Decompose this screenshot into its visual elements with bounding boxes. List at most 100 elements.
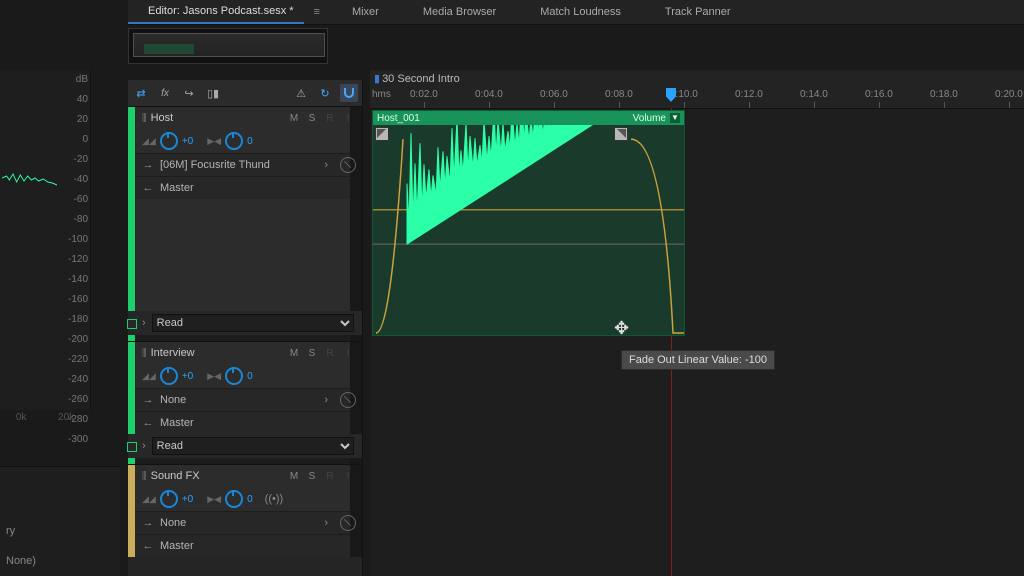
- track-name[interactable]: Host: [151, 112, 282, 124]
- clip-volume-label[interactable]: Volume: [633, 113, 668, 124]
- clip-menu-icon[interactable]: ▼: [670, 113, 680, 123]
- tab-track-panner[interactable]: Track Panner: [643, 0, 753, 24]
- partial-text-2: None): [6, 555, 114, 567]
- db-scale-label: -220: [54, 350, 88, 370]
- record-button[interactable]: R: [324, 113, 336, 124]
- tab-media-browser[interactable]: Media Browser: [401, 0, 518, 24]
- db-scale-label: 0: [54, 130, 88, 150]
- output-arrow-icon: ←: [142, 417, 154, 429]
- db-scale-label: -240: [54, 370, 88, 390]
- drag-handle-icon[interactable]: ⫼: [142, 348, 145, 359]
- track-header[interactable]: ⫼ Sound FX M S R I: [128, 465, 362, 487]
- chevron-right-icon[interactable]: ›: [142, 440, 146, 452]
- solo-button[interactable]: S: [306, 471, 318, 482]
- db-scale-label: -40: [54, 170, 88, 190]
- fx-button[interactable]: fx: [156, 84, 174, 102]
- clip-title-bar[interactable]: Host_001 Volume ▼: [373, 111, 684, 125]
- track-sound-fx: ⫼ Sound FX M S R I ◢◢ +0 ▶◀ 0 ((•)) → No…: [128, 464, 362, 557]
- freq-label-high: 20k: [58, 412, 74, 423]
- db-scale-label: 20: [54, 110, 88, 130]
- solo-button[interactable]: S: [306, 113, 318, 124]
- editor-tab[interactable]: Editor: Jasons Podcast.sesx *: [128, 0, 304, 24]
- volume-value[interactable]: +0: [182, 136, 193, 147]
- clip-waveform[interactable]: [373, 125, 684, 335]
- tab-match-loudness[interactable]: Match Loudness: [518, 0, 643, 24]
- output-row[interactable]: ← Master ›: [128, 176, 362, 199]
- automation-row: › Read: [128, 311, 362, 335]
- drag-handle-icon[interactable]: ⫼: [142, 113, 145, 124]
- solo-button[interactable]: S: [306, 348, 318, 359]
- volume-knob[interactable]: [160, 132, 178, 150]
- automation-marker[interactable]: [127, 442, 137, 452]
- volume-value[interactable]: +0: [182, 371, 193, 382]
- input-row[interactable]: → None ›: [128, 511, 362, 534]
- track-name[interactable]: Interview: [151, 347, 282, 359]
- frequency-analysis-panel: dB40200-20-40-60-80-100-120-140-160-180-…: [0, 70, 91, 410]
- db-scale-label: 40: [54, 90, 88, 110]
- partial-text-1: ry: [6, 525, 114, 537]
- mute-button[interactable]: M: [288, 348, 300, 359]
- input-null-icon[interactable]: [340, 157, 356, 173]
- output-row[interactable]: ← Master ›: [128, 411, 362, 434]
- volume-knob[interactable]: [160, 490, 178, 508]
- eq-icon[interactable]: ▯▮: [204, 84, 222, 102]
- output-label: Master: [160, 417, 346, 429]
- pan-knob[interactable]: [225, 490, 243, 508]
- input-row[interactable]: → [06M] Focusrite Thund ›: [128, 153, 362, 176]
- db-scale-label: -80: [54, 210, 88, 230]
- pan-value[interactable]: 0: [247, 136, 253, 147]
- output-arrow-icon: ←: [142, 540, 154, 552]
- track-name[interactable]: Sound FX: [151, 470, 282, 482]
- pan-knob[interactable]: [225, 367, 243, 385]
- send-icon[interactable]: ↪: [180, 84, 198, 102]
- automation-mode-select[interactable]: Read: [152, 314, 354, 332]
- record-button[interactable]: R: [324, 348, 336, 359]
- snap-icon[interactable]: [340, 84, 358, 102]
- volume-value[interactable]: +0: [182, 494, 193, 505]
- mute-button[interactable]: M: [288, 471, 300, 482]
- section-marker[interactable]: 30 Second Intro: [374, 72, 460, 85]
- ruler-time-label: 0:02.0: [410, 89, 438, 100]
- ruler-time-label: 0:14.0: [800, 89, 828, 100]
- input-null-icon[interactable]: [340, 515, 356, 531]
- automation-mode-select[interactable]: Read: [152, 437, 354, 455]
- ruler-time-label: 0:06.0: [540, 89, 568, 100]
- tab-mixer[interactable]: Mixer: [330, 0, 401, 24]
- chevron-right-icon: ›: [324, 517, 334, 529]
- pan-value[interactable]: 0: [247, 494, 253, 505]
- ruler-time-label: 0:04.0: [475, 89, 503, 100]
- output-label: Master: [160, 540, 346, 552]
- mute-button[interactable]: M: [288, 113, 300, 124]
- track-color-bar: [128, 465, 135, 557]
- db-scale-label: -140: [54, 270, 88, 290]
- navigator-panel[interactable]: [128, 28, 328, 64]
- surround-icon[interactable]: ((•)): [265, 493, 284, 505]
- clip-area[interactable]: Host_001 Volume ▼: [370, 108, 1024, 576]
- warning-icon[interactable]: ⚠: [292, 84, 310, 102]
- audio-clip-host-001[interactable]: Host_001 Volume ▼: [372, 110, 685, 336]
- ruler-time-label: 0:12.0: [735, 89, 763, 100]
- record-button[interactable]: R: [324, 471, 336, 482]
- time-ruler[interactable]: hms 0:02.00:04.00:06.00:08.00:10.00:12.0…: [370, 86, 1024, 108]
- ruler-time-label: 0:20.0: [995, 89, 1023, 100]
- timeline-panel: 30 Second Intro hms 0:02.00:04.00:06.00:…: [370, 70, 1024, 576]
- drag-handle-icon[interactable]: ⫼: [142, 471, 145, 482]
- loop-icon[interactable]: ↻: [316, 84, 334, 102]
- track-header[interactable]: ⫼ Interview M S R I: [128, 342, 362, 364]
- output-row[interactable]: ← Master ›: [128, 534, 362, 557]
- input-null-icon[interactable]: [340, 392, 356, 408]
- track-header[interactable]: ⫼ Host M S R I: [128, 107, 362, 129]
- navigator-viewport[interactable]: [133, 33, 325, 57]
- freq-label-low: 0k: [16, 412, 27, 423]
- db-scale-label: -300: [54, 430, 88, 450]
- pan-icon: ▶◀: [207, 136, 221, 147]
- input-row[interactable]: → None ›: [128, 388, 362, 411]
- automation-marker[interactable]: [127, 319, 137, 329]
- pan-knob[interactable]: [225, 132, 243, 150]
- db-scale-label: -120: [54, 250, 88, 270]
- pan-value[interactable]: 0: [247, 371, 253, 382]
- shuffle-icon[interactable]: ⇄: [132, 84, 150, 102]
- volume-knob[interactable]: [160, 367, 178, 385]
- chevron-right-icon[interactable]: ›: [142, 317, 146, 329]
- panel-menu-icon[interactable]: ≡: [304, 6, 330, 18]
